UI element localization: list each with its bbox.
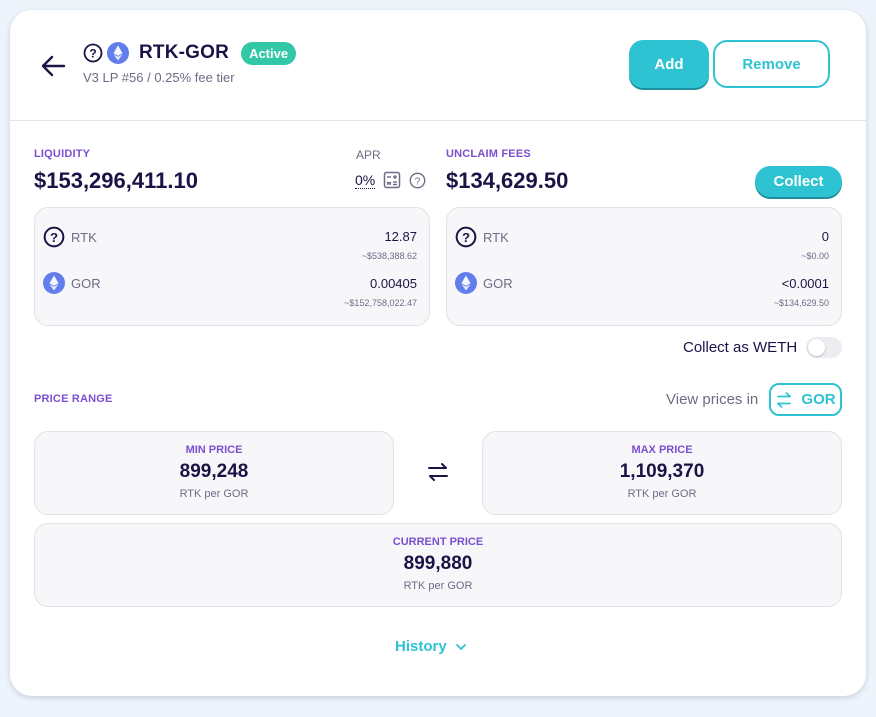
token-amount: <0.0001 <box>781 276 829 291</box>
back-arrow-icon[interactable] <box>38 52 68 80</box>
position-header: ? RTK-GOR Active V3 LP #56 / 0.25% fee t… <box>10 10 866 121</box>
list-item: ? RTK <box>455 226 509 248</box>
swap-arrows-icon <box>428 463 448 481</box>
help-icon[interactable]: ? <box>409 172 426 189</box>
fees-token-box: ? RTK 0 ~$0.00 GOR <0.0001 ~$134,629.50 <box>446 207 842 326</box>
apr-value: 0% <box>355 171 376 189</box>
liquidity-label: LIQUIDITY <box>34 148 91 160</box>
collect-button[interactable]: Collect <box>755 166 842 197</box>
max-price-unit: RTK per GOR <box>627 488 697 500</box>
list-item: ? RTK <box>43 226 97 248</box>
calculator-icon[interactable] <box>383 171 401 189</box>
history-toggle[interactable]: History <box>395 638 467 655</box>
min-price-label: MIN PRICE <box>185 444 243 456</box>
current-price-value: 899,880 <box>403 553 473 574</box>
eth-icon <box>43 272 65 294</box>
position-card: ? RTK-GOR Active V3 LP #56 / 0.25% fee t… <box>10 10 866 696</box>
view-prices-label: View prices in <box>666 391 759 408</box>
eth-icon <box>455 272 477 294</box>
token-usd-value: ~$538,388.62 <box>361 251 417 261</box>
pair-title-row: ? RTK-GOR Active <box>83 40 297 66</box>
pair-name: RTK-GOR <box>139 42 230 63</box>
status-badge: Active <box>241 41 297 65</box>
token-amount: 0 <box>821 229 829 244</box>
max-price-label: MAX PRICE <box>631 444 693 456</box>
min-price-box: MIN PRICE 899,248 RTK per GOR <box>34 431 394 515</box>
add-liquidity-button[interactable]: Add <box>629 40 709 88</box>
current-price-box: CURRENT PRICE 899,880 RTK per GOR <box>34 523 842 607</box>
collect-as-weth-toggle[interactable] <box>806 337 842 358</box>
apr-label: APR <box>356 148 381 162</box>
min-price-unit: RTK per GOR <box>179 488 249 500</box>
min-price-value: 899,248 <box>179 461 249 482</box>
liquidity-token-box: ? RTK 12.87 ~$538,388.62 GOR 0.00405 ~$1… <box>34 207 430 326</box>
current-price-label: CURRENT PRICE <box>392 536 484 548</box>
price-unit-token: GOR <box>801 391 836 408</box>
current-price-unit: RTK per GOR <box>403 580 473 592</box>
token-symbol: RTK <box>483 229 509 245</box>
token-usd-value: ~$134,629.50 <box>773 298 829 308</box>
toggle-knob <box>808 339 825 356</box>
token-symbol: RTK <box>71 229 97 245</box>
unclaimed-fees-amount: $134,629.50 <box>446 168 569 193</box>
max-price-value: 1,109,370 <box>619 461 705 482</box>
unclaimed-fees-label: UNCLAIM FEES <box>446 148 531 160</box>
token-symbol: GOR <box>71 275 101 291</box>
chevron-down-icon <box>455 643 466 650</box>
svg-text:?: ? <box>50 230 58 245</box>
question-icon: ? <box>83 43 103 63</box>
svg-text:?: ? <box>415 176 421 187</box>
list-item: GOR <box>455 272 513 294</box>
position-subtitle: V3 LP #56 / 0.25% fee tier <box>83 70 235 85</box>
question-icon: ? <box>455 226 477 248</box>
price-range-label: PRICE RANGE <box>34 393 113 405</box>
list-item: GOR <box>43 272 101 294</box>
remove-liquidity-button[interactable]: Remove <box>713 40 830 88</box>
question-icon: ? <box>43 226 65 248</box>
history-label: History <box>395 638 447 655</box>
svg-text:?: ? <box>462 230 470 245</box>
token-amount: 12.87 <box>384 229 417 244</box>
collect-as-weth-label: Collect as WETH <box>683 339 798 356</box>
max-price-box: MAX PRICE 1,109,370 RTK per GOR <box>482 431 842 515</box>
token-symbol: GOR <box>483 275 513 291</box>
token-usd-value: ~$152,758,022.47 <box>344 298 417 308</box>
token-usd-value: ~$0.00 <box>801 251 829 261</box>
swap-icon <box>777 391 792 408</box>
token-amount: 0.00405 <box>370 276 417 291</box>
price-unit-toggle-button[interactable]: GOR <box>769 383 842 416</box>
svg-text:?: ? <box>89 47 96 61</box>
liquidity-amount: $153,296,411.10 <box>34 168 198 193</box>
apr-row: 0% ? <box>355 171 426 189</box>
eth-icon <box>107 42 129 64</box>
